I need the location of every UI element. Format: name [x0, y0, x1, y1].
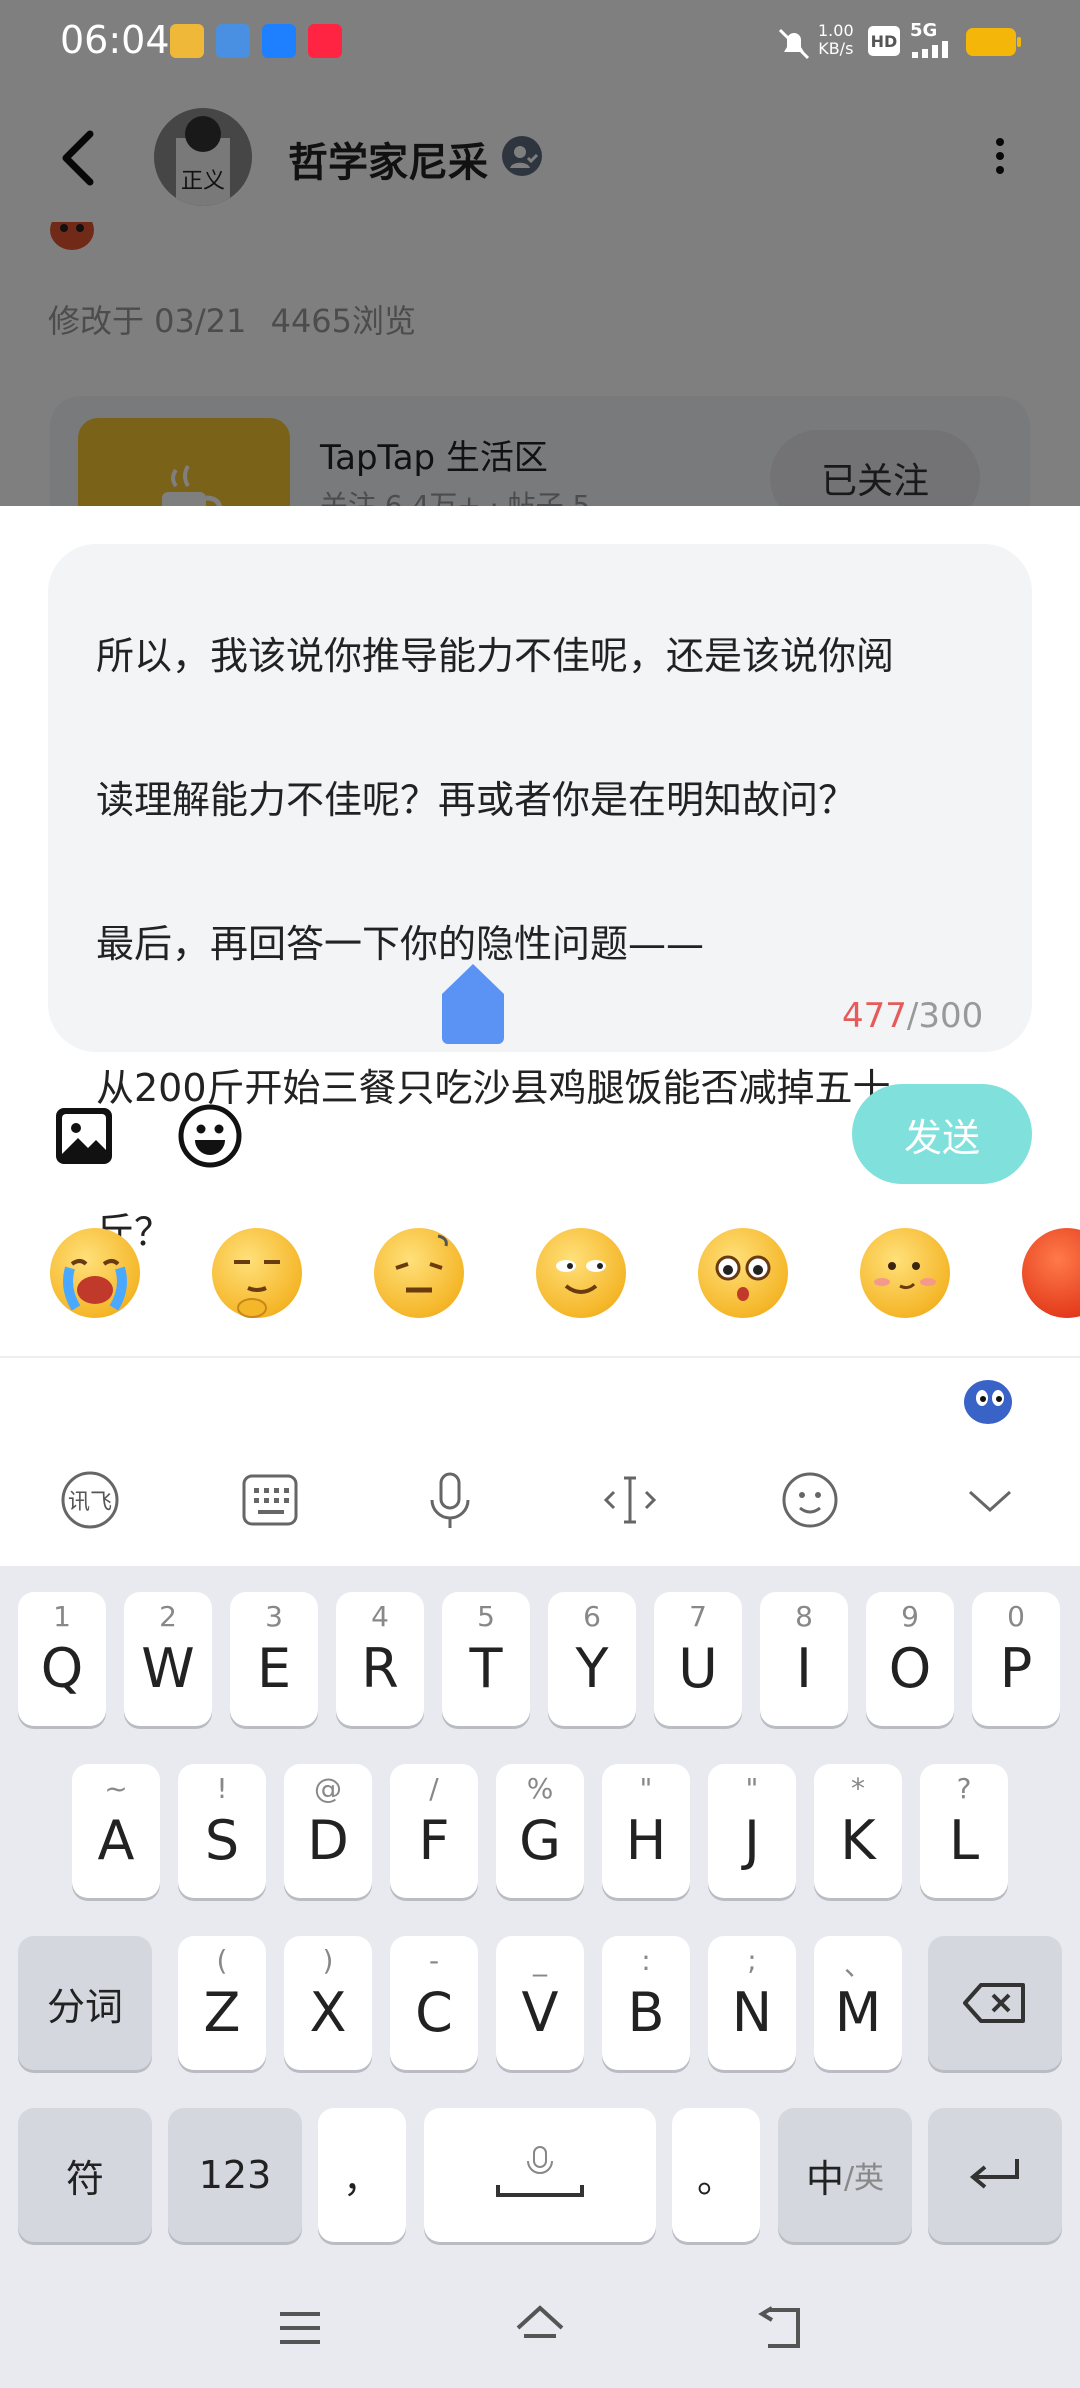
key-a[interactable]: ~ A	[72, 1764, 160, 1898]
key-i[interactable]: 8I	[760, 1592, 848, 1726]
crying-emoji-icon[interactable]	[50, 1228, 140, 1318]
comma-key[interactable]: ，	[318, 2108, 406, 2242]
ime-emoji-icon[interactable]	[780, 1470, 840, 1530]
svg-text:讯飞: 讯飞	[68, 1490, 112, 1515]
key-h[interactable]: " H	[602, 1764, 690, 1898]
key-y[interactable]: 6Y	[548, 1592, 636, 1726]
xiaohongshu-notification-icon	[308, 24, 342, 58]
key-r[interactable]: 4R	[336, 1592, 424, 1726]
system-nav-bar	[0, 2278, 1080, 2388]
smirk-emoji-icon[interactable]	[536, 1228, 626, 1318]
key-o[interactable]: 9O	[866, 1592, 954, 1726]
key-j[interactable]: " J	[708, 1764, 796, 1898]
reply-line: 最后，再回答一下你的隐性问题——	[96, 922, 705, 966]
symbols-key[interactable]: 符	[18, 2108, 152, 2242]
home-nav-icon[interactable]	[512, 2302, 568, 2354]
microphone-icon[interactable]	[420, 1470, 480, 1530]
menu-nav-icon[interactable]	[276, 2304, 324, 2352]
language-switch-key[interactable]: 中/英	[778, 2108, 912, 2242]
thinking-emoji-icon[interactable]	[212, 1228, 302, 1318]
status-bar: 06:04 1.00 KB/s HD 5G	[0, 0, 1080, 90]
key-segment[interactable]: 分词	[18, 1936, 152, 2070]
zhihu-notification-icon	[262, 24, 296, 58]
char-counter: 477/300	[842, 996, 983, 1036]
ime-toolbar	[0, 1358, 1080, 1566]
hd-badge: HD	[868, 26, 900, 56]
key-g[interactable]: % G	[496, 1764, 584, 1898]
char-count: 477	[842, 996, 907, 1036]
backspace-key[interactable]	[928, 1936, 1062, 2070]
key-f[interactable]: / F	[390, 1764, 478, 1898]
space-key[interactable]	[424, 2108, 656, 2242]
enter-key[interactable]	[928, 2108, 1062, 2242]
dizzy-emoji-icon[interactable]	[374, 1228, 464, 1318]
key-t[interactable]: 5T	[442, 1592, 530, 1726]
weibo-notification-icon	[170, 24, 204, 58]
pleading-emoji-icon[interactable]	[698, 1228, 788, 1318]
keyboard: 1Q 2W 3E 4R 5T 6Y 7U 8I 9O 0P ~ A ! S @ D /…	[0, 1566, 1080, 2388]
send-button[interactable]: 发送	[852, 1084, 1032, 1184]
key-m[interactable]: 、 M	[814, 1936, 902, 2070]
status-time: 06:04	[60, 18, 170, 62]
ime-logo-icon[interactable]: 讯飞	[60, 1470, 120, 1530]
mute-icon	[776, 26, 812, 62]
char-limit: /300	[906, 996, 984, 1036]
angry-emoji-icon[interactable]	[1022, 1228, 1080, 1318]
back-nav-icon[interactable]	[754, 2304, 804, 2352]
key-v[interactable]: _ V	[496, 1936, 584, 2070]
key-x[interactable]: ) X	[284, 1936, 372, 2070]
reply-line: 读理解能力不佳呢？再或者你是在明知故问？	[96, 778, 857, 822]
ime-mascot-icon[interactable]	[958, 1374, 1018, 1426]
key-p[interactable]: 0P	[972, 1592, 1060, 1726]
key-s[interactable]: ! S	[178, 1764, 266, 1898]
battery-icon	[966, 28, 1021, 56]
app-notification-icon	[216, 24, 250, 58]
key-e[interactable]: 3E	[230, 1592, 318, 1726]
key-u[interactable]: 7U	[654, 1592, 742, 1726]
key-n[interactable]: ; N	[708, 1936, 796, 2070]
signal-label: 5G	[910, 20, 938, 41]
key-l[interactable]: ? L	[920, 1764, 1008, 1898]
key-c[interactable]: -C	[390, 1936, 478, 2070]
space-mic-icon	[496, 2146, 584, 2197]
key-q[interactable]: 1Q	[18, 1592, 106, 1726]
keyboard-layout-icon[interactable]	[240, 1470, 300, 1530]
backspace-icon	[963, 1983, 1025, 2023]
key-w[interactable]: 2W	[124, 1592, 212, 1726]
enter-icon	[969, 2159, 1019, 2189]
cursor-handle[interactable]	[442, 964, 504, 1044]
key-d[interactable]: @ D	[284, 1764, 372, 1898]
period-key[interactable]: 。	[672, 2108, 760, 2242]
key-b[interactable]: :B	[602, 1936, 690, 2070]
collapse-keyboard-icon[interactable]	[960, 1470, 1020, 1530]
image-picker-icon[interactable]	[54, 1106, 114, 1166]
shy-emoji-icon[interactable]	[860, 1228, 950, 1318]
signal-bars-icon	[912, 40, 956, 58]
reply-line: 所以，我该说你推导能力不佳呢，还是该说你阅	[96, 634, 895, 678]
emoji-picker-icon[interactable]	[178, 1104, 242, 1168]
key-k[interactable]: * K	[814, 1764, 902, 1898]
numbers-key[interactable]: 123	[168, 2108, 302, 2242]
net-speed: 1.00 KB/s	[818, 21, 854, 58]
cursor-move-icon[interactable]	[600, 1470, 660, 1530]
key-z[interactable]: (Z	[178, 1936, 266, 2070]
